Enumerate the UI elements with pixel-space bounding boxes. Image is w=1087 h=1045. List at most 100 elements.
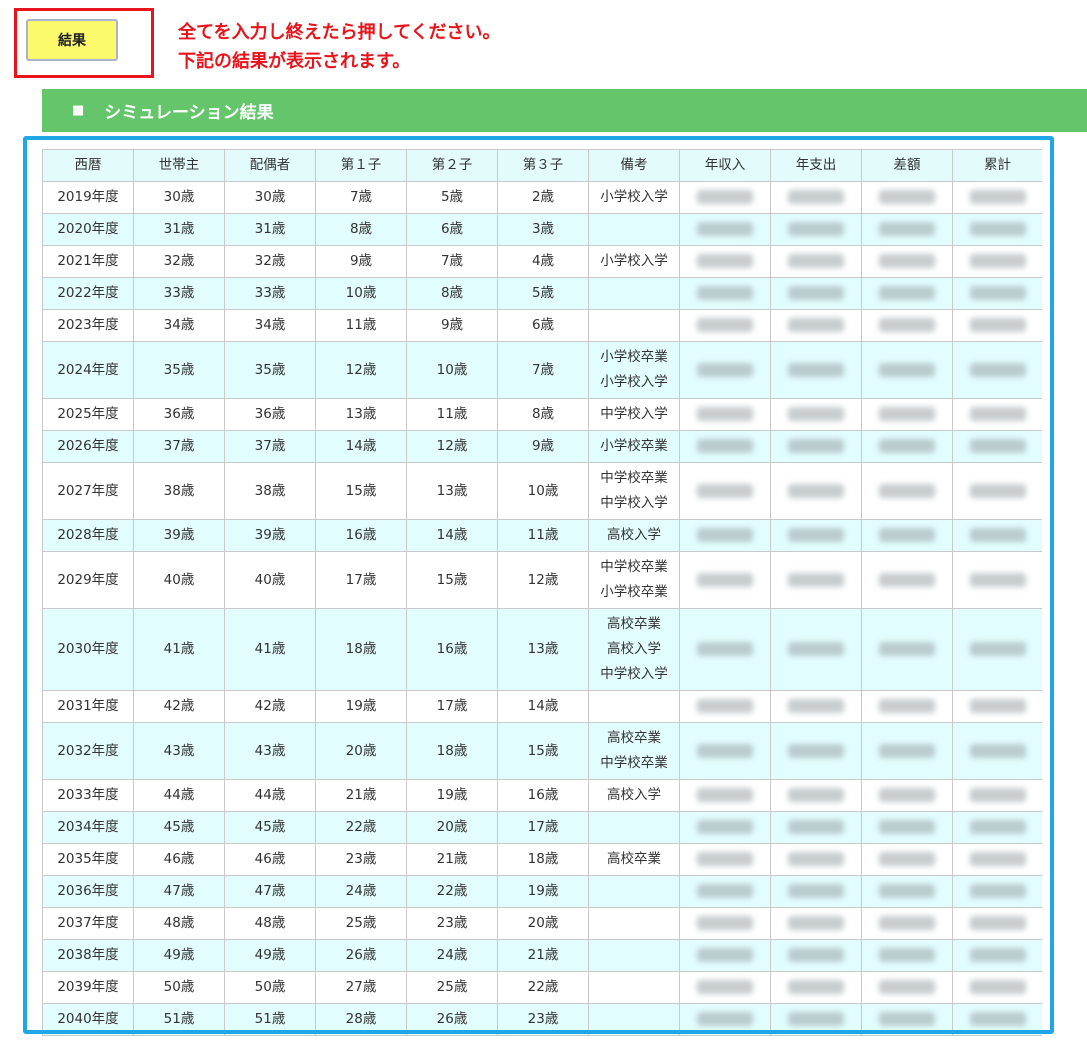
child1-age-cell: 19歳 xyxy=(315,690,407,723)
difference-cell xyxy=(861,875,953,908)
table-header-row: 西暦 世帯主 配偶者 第１子 第２子 第３子 備考 年収入 年支出 差額 累計 xyxy=(42,149,1042,182)
table-row: 2039年度 50歳 50歳 27歳 25歳 22歳 xyxy=(42,971,1042,1004)
spouse-age-cell: 35歳 xyxy=(224,341,316,399)
instruction-line-2: 下記の結果が表示されます。 xyxy=(178,51,411,72)
householder-age-cell: 39歳 xyxy=(133,519,225,552)
difference-cell xyxy=(861,309,953,342)
child2-age-cell: 20歳 xyxy=(406,811,498,844)
notes-cell xyxy=(588,939,680,972)
redacted-value xyxy=(879,286,935,300)
redacted-value xyxy=(879,362,935,377)
year-cell: 2038年度 xyxy=(42,939,134,972)
year-cell: 2028年度 xyxy=(42,519,134,552)
annual-expense-cell xyxy=(770,608,862,691)
difference-cell xyxy=(861,213,953,246)
table-row: 2019年度 30歳 30歳 7歳 5歳 2歳 小学校入学 xyxy=(42,181,1042,214)
annual-expense-cell xyxy=(770,430,862,463)
child2-age-cell: 8歳 xyxy=(406,277,498,310)
cumulative-cell xyxy=(952,213,1042,246)
householder-age-cell: 31歳 xyxy=(133,213,225,246)
column-header: 第２子 xyxy=(406,149,498,182)
column-header: 第１子 xyxy=(315,149,407,182)
cumulative-cell xyxy=(952,971,1042,1004)
year-cell: 2027年度 xyxy=(42,462,134,520)
annual-expense-cell xyxy=(770,277,862,310)
section-title: シミュレーション結果 xyxy=(104,103,274,123)
householder-age-cell: 40歳 xyxy=(133,551,225,609)
child1-age-cell: 18歳 xyxy=(315,608,407,691)
annual-expense-cell xyxy=(770,1003,862,1036)
redacted-value xyxy=(969,572,1026,587)
notes-cell xyxy=(588,971,680,1004)
table-row: 2023年度 34歳 34歳 11歳 9歳 6歳 xyxy=(42,309,1042,342)
year-cell: 2019年度 xyxy=(42,181,134,214)
note-line: 高校入学 xyxy=(607,787,661,803)
redacted-value xyxy=(788,528,844,542)
annual-income-cell xyxy=(679,430,771,463)
child3-age-cell: 16歳 xyxy=(497,779,589,812)
householder-age-cell: 47歳 xyxy=(133,875,225,908)
annual-expense-cell xyxy=(770,971,862,1004)
difference-cell xyxy=(861,341,953,399)
cumulative-cell xyxy=(952,430,1042,463)
annual-expense-cell xyxy=(770,245,862,278)
child3-age-cell: 5歳 xyxy=(497,277,589,310)
redacted-value xyxy=(788,1012,844,1026)
redacted-value xyxy=(788,852,844,866)
child3-age-cell: 7歳 xyxy=(497,341,589,399)
cumulative-cell xyxy=(952,341,1042,399)
difference-cell xyxy=(861,843,953,876)
annual-expense-cell xyxy=(770,939,862,972)
child3-age-cell: 8歳 xyxy=(497,398,589,431)
year-cell: 2025年度 xyxy=(42,398,134,431)
cumulative-cell xyxy=(952,1003,1042,1036)
redacted-value xyxy=(697,286,753,300)
column-header: 世帯主 xyxy=(133,149,225,182)
notes-cell: 高校卒業 xyxy=(588,843,680,876)
table-body: 2019年度 30歳 30歳 7歳 5歳 2歳 小学校入学 2020年度 31歳 31歳 8歳 6歳 3… xyxy=(42,181,1042,1036)
column-header: 差額 xyxy=(861,149,953,182)
spouse-age-cell: 36歳 xyxy=(224,398,316,431)
redacted-value xyxy=(788,254,844,268)
householder-age-cell: 44歳 xyxy=(133,779,225,812)
redacted-value xyxy=(969,483,1026,498)
note-line: 小学校卒業 xyxy=(600,438,668,454)
note-line: 中学校卒業 xyxy=(600,559,668,575)
redacted-value xyxy=(879,820,935,834)
table-row: 2031年度 42歳 42歳 19歳 17歳 14歳 xyxy=(42,690,1042,723)
cumulative-cell xyxy=(952,462,1042,520)
table-row: 2034年度 45歳 45歳 22歳 20歳 17歳 xyxy=(42,811,1042,844)
note-line: 高校卒業 xyxy=(607,616,661,632)
notes-cell xyxy=(588,213,680,246)
annual-income-cell xyxy=(679,907,771,940)
householder-age-cell: 33歳 xyxy=(133,277,225,310)
redacted-value xyxy=(788,820,844,834)
householder-age-cell: 32歳 xyxy=(133,245,225,278)
child2-age-cell: 18歳 xyxy=(406,722,498,780)
redacted-value xyxy=(969,528,1026,542)
difference-cell xyxy=(861,462,953,520)
child1-age-cell: 27歳 xyxy=(315,971,407,1004)
spouse-age-cell: 37歳 xyxy=(224,430,316,463)
annual-income-cell xyxy=(679,462,771,520)
child1-age-cell: 14歳 xyxy=(315,430,407,463)
result-button[interactable]: 結果 xyxy=(26,19,118,61)
redacted-value xyxy=(788,788,844,802)
annual-expense-cell xyxy=(770,181,862,214)
annual-expense-cell xyxy=(770,843,862,876)
annual-income-cell xyxy=(679,245,771,278)
redacted-value xyxy=(788,222,844,236)
child1-age-cell: 10歳 xyxy=(315,277,407,310)
child2-age-cell: 17歳 xyxy=(406,690,498,723)
year-cell: 2023年度 xyxy=(42,309,134,342)
child3-age-cell: 17歳 xyxy=(497,811,589,844)
simulation-table: 西暦 世帯主 配偶者 第１子 第２子 第３子 備考 年収入 年支出 差額 累計 2019年度 30歳 3… xyxy=(42,149,1042,1036)
year-cell: 2037年度 xyxy=(42,907,134,940)
table-row: 2024年度 35歳 35歳 12歳 10歳 7歳 小学校卒業 小学校入学 xyxy=(42,341,1042,399)
child3-age-cell: 22歳 xyxy=(497,971,589,1004)
note-line: 高校卒業 xyxy=(607,730,661,746)
annual-income-cell xyxy=(679,213,771,246)
child3-age-cell: 19歳 xyxy=(497,875,589,908)
simulation-table-container[interactable]: 西暦 世帯主 配偶者 第１子 第２子 第３子 備考 年収入 年支出 差額 累計 2019年度 30歳 3… xyxy=(42,149,1042,1045)
spouse-age-cell: 30歳 xyxy=(224,181,316,214)
